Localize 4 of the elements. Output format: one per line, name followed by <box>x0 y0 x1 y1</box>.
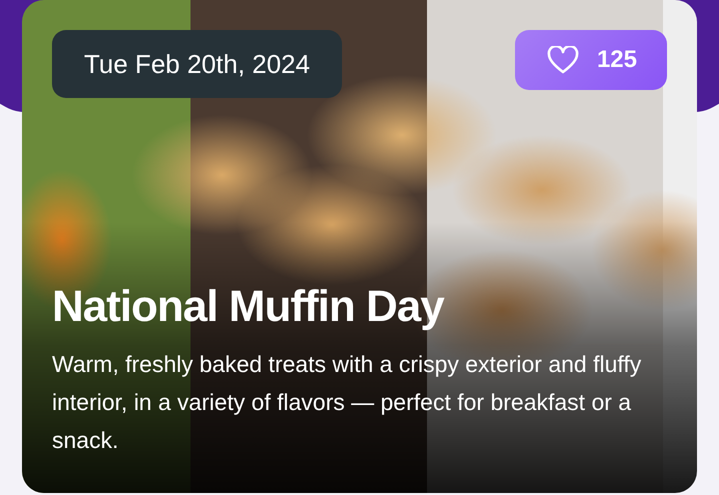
date-badge: Tue Feb 20th, 2024 <box>52 30 342 98</box>
like-button[interactable]: 125 <box>514 30 667 90</box>
event-title: National Muffin Day <box>52 282 446 331</box>
event-description: Warm, freshly baked treats with a crispy exterior and fluffy interior, in a variety of flavors — perfect for breakfast or a snack. <box>52 350 642 455</box>
